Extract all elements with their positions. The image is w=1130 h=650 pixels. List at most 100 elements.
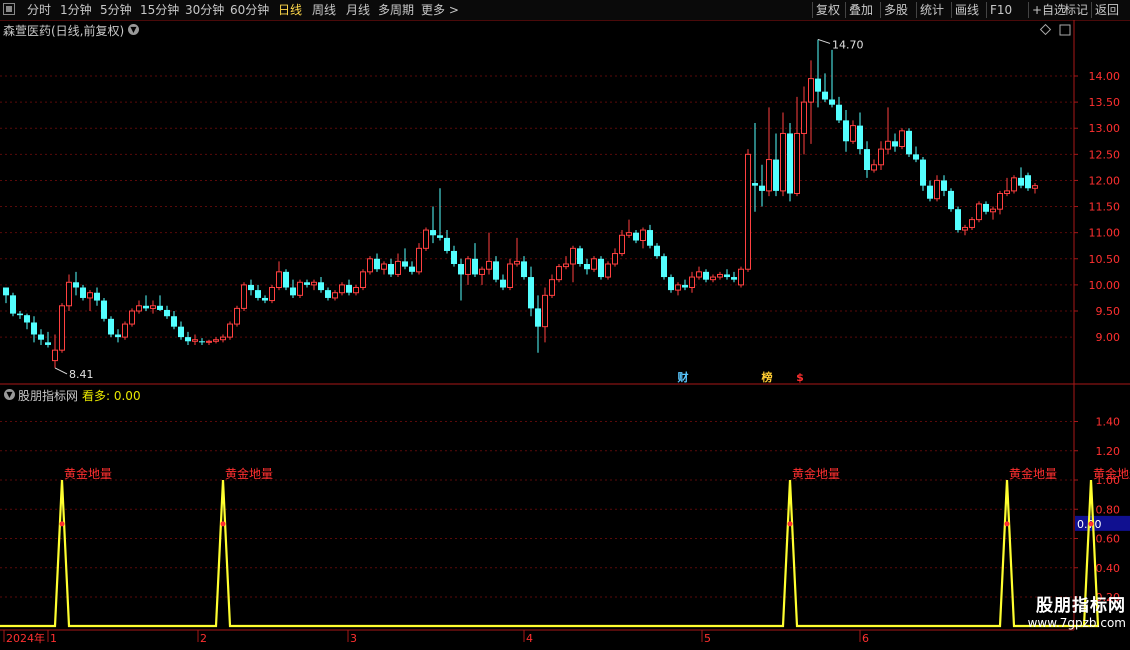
candle-body (983, 203, 989, 212)
candle-body (367, 258, 373, 273)
main-chart-title: 森萱医药(日线,前复权) (3, 24, 125, 38)
candle-body (220, 336, 226, 341)
candle-body (17, 313, 23, 316)
candle-body (444, 237, 450, 251)
y-tick-label: 1.40 (1096, 416, 1121, 429)
candle-body (808, 78, 814, 103)
indicator-value: 看多: 0.00 (82, 389, 141, 403)
candle-body (94, 292, 100, 301)
candle-body (157, 305, 163, 310)
candle-body (213, 339, 219, 342)
candle-body (472, 258, 478, 275)
candle-body (3, 287, 9, 296)
candle-body (997, 193, 1003, 210)
x-tick-label: 5 (704, 632, 711, 645)
chevron-down-icon[interactable]: ▼ (4, 389, 15, 400)
candle-body (241, 284, 247, 309)
candle-body (423, 229, 429, 249)
stock-chart: 9.50 10.00 10.50 11.00 11.50 12.00 12.50 13.00 1… (0, 20, 1130, 645)
candle-body (640, 229, 646, 242)
candle-body (927, 185, 933, 199)
candle-body (941, 180, 947, 191)
signal-label: 黄金地量 (225, 466, 273, 481)
candle-body (542, 294, 548, 328)
x-tick-label: 6 (862, 632, 869, 645)
candle-body (80, 287, 86, 298)
y-tick-label: 10.50 (1089, 253, 1121, 266)
candle-body (549, 279, 555, 296)
candle-body (801, 101, 807, 134)
y-tick-label: 13.50 (1089, 96, 1121, 109)
candle-body (192, 339, 198, 342)
candle-body (115, 334, 121, 338)
signal-dot (1088, 521, 1094, 527)
candle-body (780, 132, 786, 192)
candle-body (633, 232, 639, 241)
candle-body (304, 282, 310, 285)
x-tick-label: 2 (200, 632, 207, 645)
candle-body (577, 248, 583, 264)
signal-label: 黄金地量 (1009, 466, 1057, 481)
candle-body (1004, 190, 1010, 194)
candle-body (843, 120, 849, 142)
candle-body (332, 292, 338, 299)
chevron-down-icon[interactable]: ▼ (128, 24, 139, 35)
high-label-pointer (817, 38, 831, 44)
candle-body (759, 185, 765, 191)
event-marker: 财 (677, 370, 689, 384)
candle-body (675, 284, 681, 291)
candle-body (108, 318, 114, 335)
candle-body (465, 258, 471, 275)
candle-body (612, 253, 618, 265)
candle-body (1025, 175, 1031, 189)
low-label: 8.41 (69, 368, 94, 381)
candle-body (318, 282, 324, 291)
candle-body (899, 130, 905, 147)
indicator-title: 股朋指标网 (18, 389, 79, 403)
candle-body (1032, 185, 1038, 189)
candle-body (619, 234, 625, 255)
candle-body (339, 284, 345, 294)
candle-body (325, 290, 331, 298)
candle-body (206, 340, 212, 343)
candle-body (402, 261, 408, 267)
candle-body (66, 281, 72, 307)
candle-body (87, 292, 93, 299)
candle-body (906, 130, 912, 155)
candle-body (437, 235, 443, 238)
candle-body (374, 258, 380, 270)
x-tick-label: 1 (50, 632, 57, 645)
candle-body (458, 264, 464, 275)
candle-body (451, 250, 457, 264)
candle-body (388, 264, 394, 275)
candle-body (661, 256, 667, 278)
candle-body (1011, 177, 1017, 192)
candle-body (486, 260, 492, 270)
candle-body (717, 273, 723, 278)
candle-body (31, 322, 37, 335)
event-marker: 榜 (762, 370, 773, 384)
candle-body (822, 91, 828, 100)
diamond-icon (1039, 23, 1052, 36)
candle-body (570, 247, 576, 265)
candle-body (311, 281, 317, 286)
candle-body (430, 230, 436, 236)
event-marker: $ (796, 371, 804, 384)
candle-body (129, 310, 135, 325)
y-tick-label: 14.00 (1089, 70, 1121, 83)
candle-body (1018, 177, 1024, 186)
x-tick-label: 4 (526, 632, 533, 645)
candle-body (521, 261, 527, 278)
candle-body (52, 349, 58, 362)
candle-body (101, 300, 107, 319)
candle-body (752, 183, 758, 186)
signal-label: 黄金地量 (792, 466, 840, 481)
signal-label: 黄金地量 (1093, 466, 1130, 481)
candle-body (416, 247, 422, 273)
candle-body (871, 164, 877, 171)
candle-body (248, 284, 254, 291)
y-tick-label: 0.40 (1096, 562, 1121, 575)
candle-body (654, 245, 660, 257)
candle-body (864, 149, 870, 170)
candle-body (710, 276, 716, 281)
